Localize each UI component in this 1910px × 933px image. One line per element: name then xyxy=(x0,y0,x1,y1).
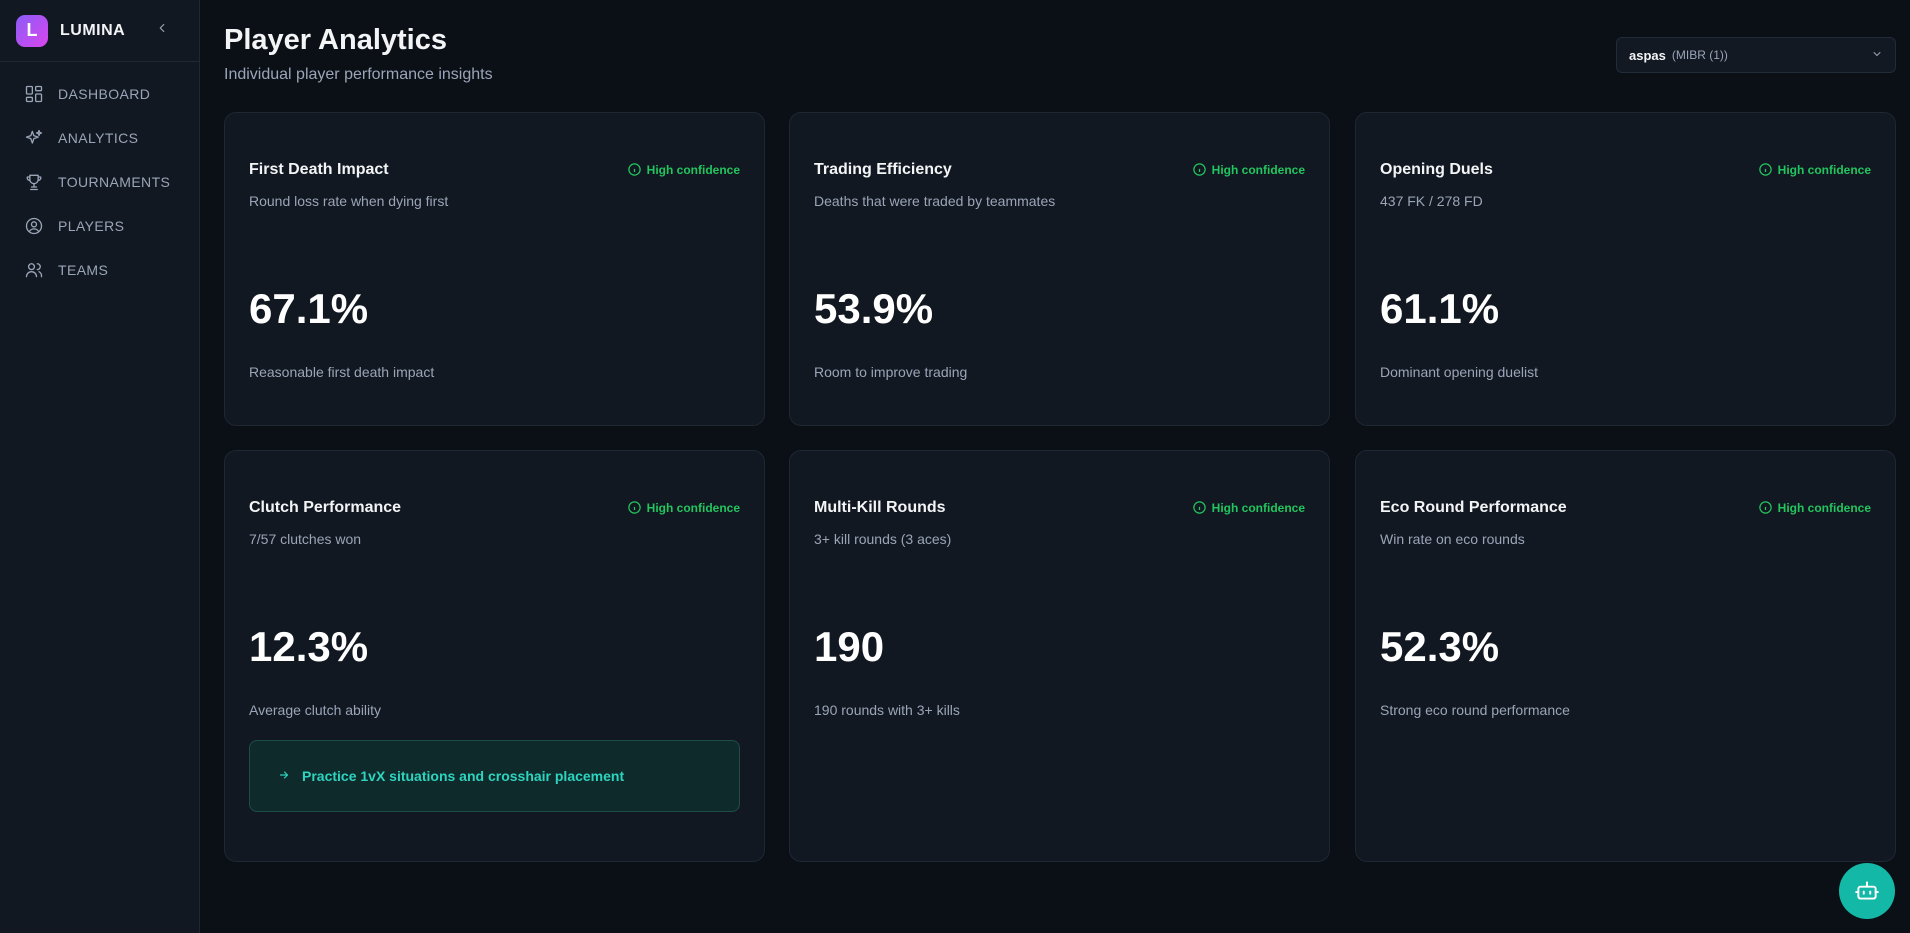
brand: L LUMINA xyxy=(0,0,199,62)
selected-player-team: (MIBR (1)) xyxy=(1671,48,1728,62)
card-description: 7/57 clutches won xyxy=(249,531,362,547)
page-title: Player Analytics xyxy=(224,24,447,56)
card-title: Opening Duels xyxy=(1380,161,1493,178)
confidence-badge: High confidence xyxy=(627,162,740,177)
brand-name: LUMINA xyxy=(60,21,126,39)
info-icon xyxy=(627,501,641,514)
metric-card-opening-duels: Opening Duels High confidence 437 FK / 2… xyxy=(1355,112,1896,426)
confidence-label: High confidence xyxy=(1777,500,1871,515)
metric-card-eco-round-performance: Eco Round Performance High confidence Wi… xyxy=(1355,450,1896,862)
metric-value: 61.1% xyxy=(1380,285,1500,332)
user-circle-icon xyxy=(25,217,43,235)
main-content: Player Analytics Individual player perfo… xyxy=(200,0,1910,933)
lumina-logo[interactable]: L xyxy=(16,14,48,47)
metric-value: 52.3% xyxy=(1380,623,1500,670)
card-description: Deaths that were traded by teammates xyxy=(814,193,1056,209)
selected-player-name: aspas xyxy=(1629,47,1666,63)
sidebar: L LUMINA DASHBOARD ANALYTICS TOURNAMENTS… xyxy=(0,0,200,933)
sidebar-item-dashboard[interactable]: DASHBOARD xyxy=(0,72,199,116)
confidence-badge: High confidence xyxy=(1192,500,1305,515)
confidence-label: High confidence xyxy=(1211,162,1305,177)
player-select[interactable]: aspas (MIBR (1)) xyxy=(1616,37,1896,73)
card-title: Eco Round Performance xyxy=(1380,499,1567,516)
metric-value: 12.3% xyxy=(249,623,369,670)
info-icon xyxy=(627,163,641,176)
metric-value: 53.9% xyxy=(814,285,934,332)
card-description: 437 FK / 278 FD xyxy=(1380,193,1483,209)
metric-value: 190 xyxy=(814,623,885,670)
sidebar-item-teams[interactable]: TEAMS xyxy=(0,248,199,292)
metric-card-trading-efficiency: Trading Efficiency High confidence Death… xyxy=(789,112,1330,426)
confidence-badge: High confidence xyxy=(627,500,740,515)
trophy-icon xyxy=(26,174,42,191)
improvement-tip[interactable]: Practice 1vX situations and crosshair pl… xyxy=(249,740,740,812)
confidence-label: High confidence xyxy=(1777,162,1871,177)
metric-note: Reasonable first death impact xyxy=(249,364,435,380)
metric-value: 67.1% xyxy=(249,285,369,332)
info-icon xyxy=(1758,501,1772,514)
bot-icon xyxy=(1855,881,1879,900)
confidence-badge: High confidence xyxy=(1758,500,1871,515)
card-description: 3+ kill rounds (3 aces) xyxy=(814,531,952,547)
metric-note: Dominant opening duelist xyxy=(1380,364,1538,380)
sidebar-nav: DASHBOARD ANALYTICS TOURNAMENTS PLAYERS … xyxy=(0,62,199,292)
sidebar-item-label: ANALYTICS xyxy=(58,130,139,146)
metric-note: 190 rounds with 3+ kills xyxy=(814,702,960,718)
card-description: Win rate on eco rounds xyxy=(1380,531,1525,547)
metric-note: Strong eco round performance xyxy=(1380,702,1570,718)
arrow-right-icon xyxy=(278,769,290,784)
chevron-down-icon xyxy=(1871,48,1883,63)
card-title: Clutch Performance xyxy=(249,499,402,516)
sidebar-item-players[interactable]: PLAYERS xyxy=(0,204,199,248)
confidence-label: High confidence xyxy=(1211,500,1305,515)
sidebar-item-label: TOURNAMENTS xyxy=(58,174,171,190)
info-icon xyxy=(1758,163,1772,176)
card-title: Multi-Kill Rounds xyxy=(814,499,946,516)
sidebar-item-tournaments[interactable]: TOURNAMENTS xyxy=(0,160,199,204)
metric-note: Room to improve trading xyxy=(814,364,968,380)
confidence-badge: High confidence xyxy=(1192,162,1305,177)
sidebar-item-analytics[interactable]: ANALYTICS xyxy=(0,116,199,160)
info-icon xyxy=(1192,501,1206,514)
metric-card-first-death-impact: First Death Impact High confidence Round… xyxy=(224,112,765,426)
assistant-bot-button[interactable] xyxy=(1839,863,1895,919)
chevron-left-icon[interactable] xyxy=(155,21,169,40)
users-icon xyxy=(25,263,43,278)
confidence-label: High confidence xyxy=(646,500,740,515)
sidebar-item-label: DASHBOARD xyxy=(58,86,151,102)
dashboard-grid-icon xyxy=(25,85,43,103)
metric-card-multi-kill-rounds: Multi-Kill Rounds High confidence 3+ kil… xyxy=(789,450,1330,862)
sparkles-icon xyxy=(25,129,43,144)
card-title: First Death Impact xyxy=(249,161,389,178)
info-icon xyxy=(1192,163,1206,176)
page-subtitle: Individual player performance insights xyxy=(224,66,493,83)
sidebar-item-label: TEAMS xyxy=(58,262,109,278)
card-description: Round loss rate when dying first xyxy=(249,193,449,209)
confidence-badge: High confidence xyxy=(1758,162,1871,177)
confidence-label: High confidence xyxy=(646,162,740,177)
metric-card-clutch-performance: Clutch Performance High confidence 7/57 … xyxy=(224,450,765,862)
card-title: Trading Efficiency xyxy=(814,161,952,178)
sidebar-item-label: PLAYERS xyxy=(58,218,125,234)
metric-note: Average clutch ability xyxy=(249,702,382,718)
improvement-tip-text: Practice 1vX situations and crosshair pl… xyxy=(302,768,625,784)
